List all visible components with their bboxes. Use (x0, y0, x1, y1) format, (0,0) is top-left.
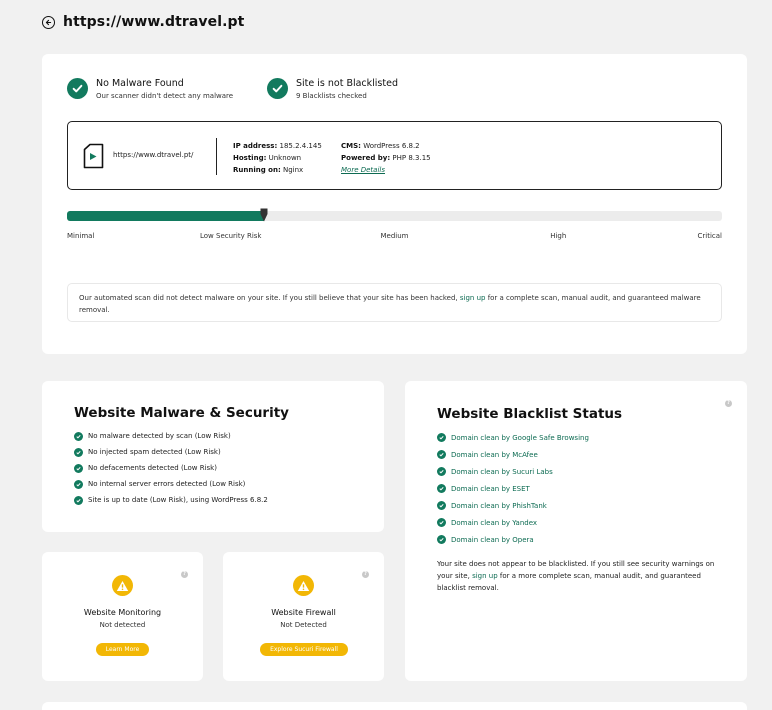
risk-label-high: High (550, 232, 567, 240)
learn-more-button[interactable]: Learn More (96, 643, 149, 656)
help-icon[interactable]: ? (725, 400, 732, 407)
check-icon (437, 535, 446, 544)
list-item-text: No defacements detected (Low Risk) (88, 464, 217, 472)
check-icon (74, 479, 83, 489)
software-info: CMS: WordPress 6.8.2 Powered by: PHP 8.3… (341, 140, 431, 176)
list-item-text: No injected spam detected (Low Risk) (88, 448, 221, 456)
website-firewall-card: ? Website Firewall Not Detected Explore … (223, 552, 384, 681)
list-item: No internal server errors detected (Low … (74, 476, 268, 492)
risk-marker-icon (260, 208, 267, 222)
list-item: Domain clean by Opera (437, 531, 589, 548)
blacklist-link[interactable]: Domain clean by Sucuri Labs (451, 468, 553, 476)
list-item: Domain clean by McAfee (437, 446, 589, 463)
check-circle-icon (67, 78, 88, 99)
site-url: https://www.dtravel.pt/ (113, 151, 194, 159)
running-value: Nginx (283, 166, 304, 174)
warning-icon (112, 575, 133, 596)
malware-security-title: Website Malware & Security (74, 405, 289, 421)
blacklist-status-card: ? Website Blacklist Status Domain clean … (405, 381, 747, 681)
malware-security-card: Website Malware & Security No malware de… (42, 381, 384, 532)
blacklist-status-title: Website Blacklist Status (437, 406, 623, 422)
running-label: Running on: (233, 166, 281, 174)
next-card (42, 702, 747, 710)
list-item: Domain clean by PhishTank (437, 497, 589, 514)
divider (216, 138, 217, 175)
risk-meter (67, 208, 722, 222)
powered-label: Powered by: (341, 154, 391, 162)
blacklist-status-subtitle: 9 Blacklists checked (296, 92, 367, 100)
help-icon[interactable]: ? (362, 571, 369, 578)
list-item: No defacements detected (Low Risk) (74, 460, 268, 476)
malware-status: No Malware Found Our scanner didn't dete… (67, 78, 233, 101)
ip-value: 185.2.4.145 (279, 142, 322, 150)
cms-label: CMS: (341, 142, 361, 150)
list-item: Domain clean by Yandex (437, 514, 589, 531)
sign-up-link[interactable]: sign up (472, 572, 498, 580)
site-info-box: https://www.dtravel.pt/ IP address: 185.… (67, 121, 722, 190)
risk-label-minimal: Minimal (67, 232, 95, 240)
blacklist-link[interactable]: Domain clean by ESET (451, 485, 530, 493)
risk-label-critical: Critical (697, 232, 722, 240)
list-item: Domain clean by Sucuri Labs (437, 463, 589, 480)
check-icon (74, 431, 83, 441)
check-circle-icon (267, 78, 288, 99)
check-icon (437, 433, 446, 442)
hosting-label: Hosting: (233, 154, 267, 162)
page-title: https://www.dtravel.pt (63, 14, 245, 30)
monitoring-status: Not detected (99, 621, 146, 629)
website-monitoring-card: ? Website Monitoring Not detected Learn … (42, 552, 203, 681)
warning-icon (293, 575, 314, 596)
cms-value: WordPress 6.8.2 (363, 142, 420, 150)
explore-firewall-button[interactable]: Explore Sucuri Firewall (260, 643, 348, 656)
scan-summary-card: No Malware Found Our scanner didn't dete… (42, 54, 747, 354)
check-icon (437, 518, 446, 527)
more-details-link[interactable]: More Details (341, 166, 385, 174)
check-icon (74, 447, 83, 457)
back-arrow-icon[interactable] (42, 15, 55, 29)
list-item: No injected spam detected (Low Risk) (74, 444, 268, 460)
risk-label-low: Low Security Risk (200, 232, 262, 240)
malware-check-list: No malware detected by scan (Low Risk) N… (74, 428, 268, 508)
blacklist-link[interactable]: Domain clean by PhishTank (451, 502, 547, 510)
list-item: Site is up to date (Low Risk), using Wor… (74, 492, 268, 508)
list-item-text: No internal server errors detected (Low … (88, 480, 246, 488)
blacklist-link[interactable]: Domain clean by Yandex (451, 519, 537, 527)
check-icon (74, 495, 83, 505)
blacklist-note: Your site does not appear to be blacklis… (437, 558, 717, 594)
list-item: Domain clean by Google Safe Browsing (437, 429, 589, 446)
powered-value: PHP 8.3.15 (392, 154, 431, 162)
blacklist-link[interactable]: Domain clean by McAfee (451, 451, 538, 459)
blacklist-status: Site is not Blacklisted 9 Blacklists che… (267, 78, 398, 101)
hosting-value: Unknown (268, 154, 302, 162)
blacklist-check-list: Domain clean by Google Safe Browsing Dom… (437, 429, 589, 548)
scan-note-text: Our automated scan did not detect malwar… (79, 294, 458, 302)
check-icon (437, 484, 446, 493)
page-header: https://www.dtravel.pt (42, 12, 244, 32)
check-icon (437, 467, 446, 476)
blacklist-status-title: Site is not Blacklisted (296, 78, 398, 89)
list-item-text: Site is up to date (Low Risk), using Wor… (88, 496, 268, 504)
firewall-title: Website Firewall (271, 608, 336, 617)
monitoring-title: Website Monitoring (83, 608, 162, 617)
server-info: IP address: 185.2.4.145 Hosting: Unknown… (233, 140, 322, 176)
check-icon (74, 463, 83, 473)
malware-status-title: No Malware Found (96, 78, 184, 89)
list-item-text: No malware detected by scan (Low Risk) (88, 432, 231, 440)
malware-status-subtitle: Our scanner didn't detect any malware (96, 92, 234, 100)
ip-label: IP address: (233, 142, 278, 150)
check-icon (437, 501, 446, 510)
risk-labels: Minimal Low Security Risk Medium High Cr… (67, 232, 722, 242)
document-icon (83, 143, 104, 169)
list-item: Domain clean by ESET (437, 480, 589, 497)
scan-note: Our automated scan did not detect malwar… (67, 283, 722, 322)
blacklist-link[interactable]: Domain clean by Opera (451, 536, 534, 544)
check-icon (437, 450, 446, 459)
list-item: No malware detected by scan (Low Risk) (74, 428, 268, 444)
risk-label-medium: Medium (380, 232, 409, 240)
help-icon[interactable]: ? (181, 571, 188, 578)
blacklist-link[interactable]: Domain clean by Google Safe Browsing (451, 434, 589, 442)
sign-up-link[interactable]: sign up (460, 294, 486, 302)
firewall-status: Not Detected (280, 621, 327, 629)
risk-meter-fill (67, 211, 264, 221)
